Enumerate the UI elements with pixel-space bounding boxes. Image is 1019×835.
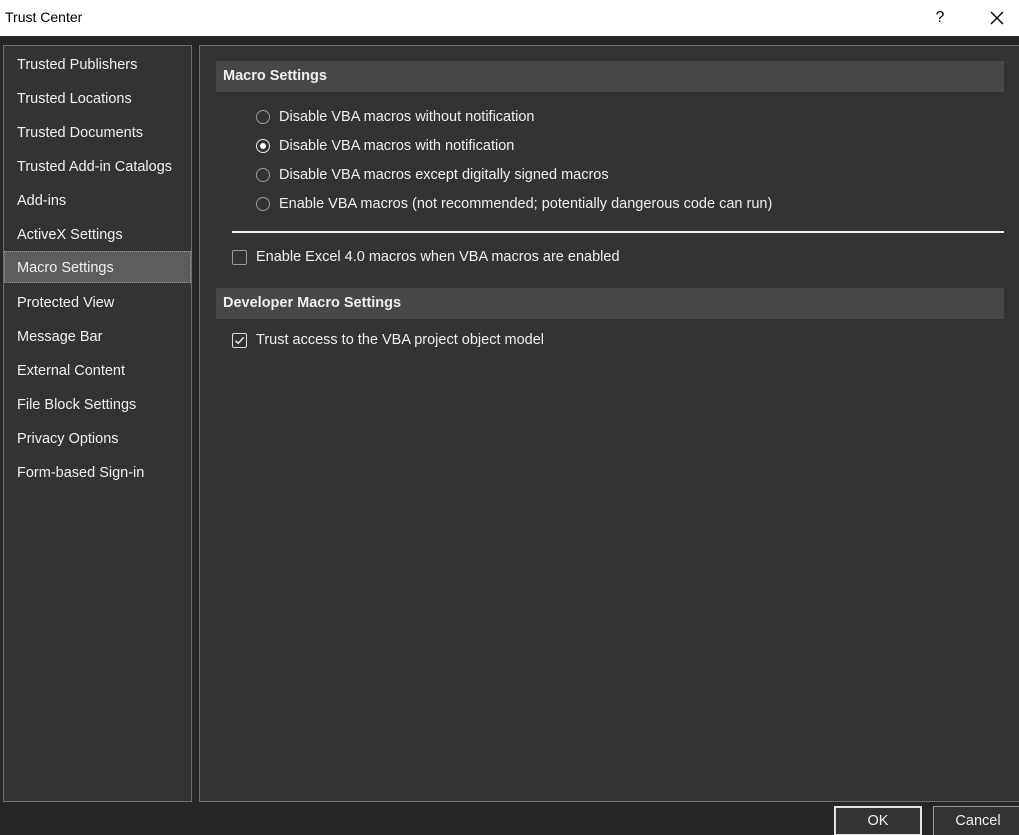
- sidebar-item-label: External Content: [17, 363, 126, 379]
- sidebar-item-label: File Block Settings: [17, 397, 137, 413]
- sidebar-item-activex-settings[interactable]: ActiveX Settings: [4, 218, 191, 250]
- ok-button[interactable]: OK: [834, 806, 922, 835]
- radio-button[interactable]: [256, 139, 270, 153]
- checkbox-row-excel4-macros[interactable]: Enable Excel 4.0 macros when VBA macros …: [232, 246, 620, 268]
- close-button[interactable]: [976, 4, 1018, 32]
- sidebar-item-label: Protected View: [17, 295, 115, 311]
- sidebar-item-file-block-settings[interactable]: File Block Settings: [4, 388, 191, 420]
- category-sidebar: Trusted Publishers Trusted Locations Tru…: [3, 45, 192, 802]
- macro-settings-header: Macro Settings: [216, 61, 1004, 92]
- checkbox[interactable]: [232, 332, 247, 348]
- sidebar-item-label: Trusted Add-in Catalogs: [17, 159, 173, 175]
- cancel-button[interactable]: Cancel: [933, 806, 1019, 835]
- settings-panel: Macro Settings Disable VBA macros withou…: [199, 45, 1019, 802]
- radio-button[interactable]: [256, 197, 270, 211]
- sidebar-item-label: Privacy Options: [17, 431, 119, 447]
- sidebar-item-message-bar[interactable]: Message Bar: [4, 320, 191, 352]
- radio-button[interactable]: [256, 110, 270, 124]
- sidebar-item-label: Form-based Sign-in: [17, 465, 145, 481]
- sidebar-item-external-content[interactable]: External Content: [4, 354, 191, 386]
- sidebar-item-label: Trusted Documents: [17, 125, 143, 141]
- section-title: Macro Settings: [223, 68, 327, 84]
- sidebar-item-label: ActiveX Settings: [17, 227, 123, 243]
- radio-label: Disable VBA macros with notification: [279, 138, 515, 154]
- close-icon: [990, 11, 1004, 25]
- sidebar-item-label: Trusted Locations: [17, 91, 132, 107]
- sidebar-item-addins[interactable]: Add-ins: [4, 184, 191, 216]
- sidebar-item-macro-settings[interactable]: Macro Settings: [4, 251, 191, 283]
- help-button[interactable]: ?: [920, 4, 960, 32]
- checkbox-row-trust-vba-access[interactable]: Trust access to the VBA project object m…: [232, 329, 544, 351]
- checkmark-icon: [235, 336, 245, 344]
- section-divider: [232, 231, 1004, 233]
- sidebar-item-trusted-publishers[interactable]: Trusted Publishers: [4, 48, 191, 80]
- sidebar-item-label: Trusted Publishers: [17, 57, 138, 73]
- sidebar-item-form-based-sign-in[interactable]: Form-based Sign-in: [4, 456, 191, 488]
- radio-disable-except-signed[interactable]: Disable VBA macros except digitally sign…: [256, 164, 609, 186]
- radio-disable-with-notification[interactable]: Disable VBA macros with notification: [256, 135, 514, 157]
- radio-label: Disable VBA macros without notification: [279, 109, 535, 125]
- sidebar-item-trusted-locations[interactable]: Trusted Locations: [4, 82, 191, 114]
- sidebar-item-trusted-addin-catalogs[interactable]: Trusted Add-in Catalogs: [4, 150, 191, 182]
- checkbox-label: Trust access to the VBA project object m…: [256, 332, 544, 348]
- sidebar-item-label: Message Bar: [17, 329, 103, 345]
- radio-label: Enable VBA macros (not recommended; pote…: [279, 196, 773, 212]
- window-title: Trust Center: [5, 9, 83, 25]
- checkbox[interactable]: [232, 249, 247, 265]
- title-bar: Trust Center ?: [0, 0, 1019, 36]
- radio-label: Disable VBA macros except digitally sign…: [279, 167, 609, 183]
- section-title: Developer Macro Settings: [223, 295, 402, 311]
- sidebar-item-trusted-documents[interactable]: Trusted Documents: [4, 116, 191, 148]
- sidebar-item-protected-view[interactable]: Protected View: [4, 286, 191, 318]
- radio-disable-without-notification[interactable]: Disable VBA macros without notification: [256, 106, 535, 128]
- sidebar-item-label: Macro Settings: [17, 260, 114, 276]
- radio-enable-all-macros[interactable]: Enable VBA macros (not recommended; pote…: [256, 193, 772, 215]
- radio-button[interactable]: [256, 168, 270, 182]
- sidebar-item-privacy-options[interactable]: Privacy Options: [4, 422, 191, 454]
- checkbox-label: Enable Excel 4.0 macros when VBA macros …: [256, 249, 620, 265]
- sidebar-item-label: Add-ins: [17, 193, 67, 209]
- developer-macro-settings-header: Developer Macro Settings: [216, 288, 1004, 319]
